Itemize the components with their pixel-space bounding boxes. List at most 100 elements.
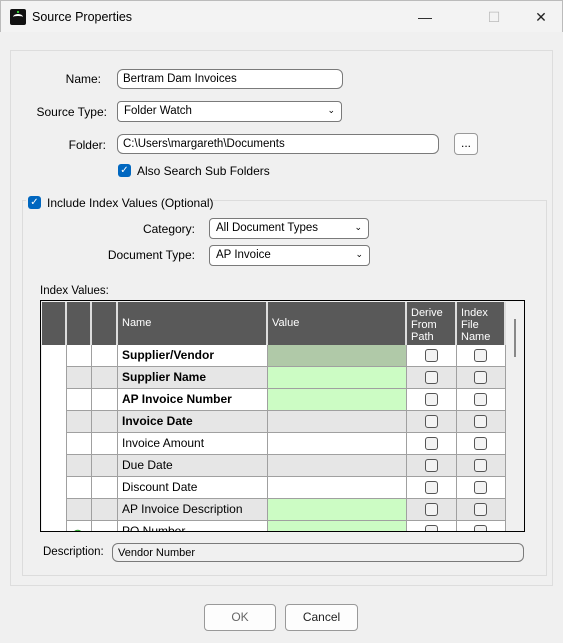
derive-cell[interactable]: [407, 433, 457, 455]
name-cell[interactable]: Invoice Date: [118, 411, 268, 433]
derive-column-header[interactable]: Derive From Path: [407, 302, 457, 345]
derive-checkbox[interactable]: [425, 459, 438, 472]
icon-cell[interactable]: [67, 455, 92, 477]
value-cell[interactable]: [268, 411, 407, 433]
value-cell[interactable]: [268, 433, 407, 455]
table-row[interactable]: AP Invoice Number: [67, 389, 524, 411]
table-row[interactable]: Due Date: [67, 455, 524, 477]
derive-checkbox[interactable]: [425, 481, 438, 494]
value-cell[interactable]: [268, 477, 407, 499]
icon-cell[interactable]: [67, 367, 92, 389]
category-select[interactable]: All Document Types ⌄: [209, 218, 369, 239]
blank-cell[interactable]: [92, 411, 118, 433]
table-row[interactable]: AP Invoice Description: [67, 499, 524, 521]
blank-cell[interactable]: [92, 455, 118, 477]
name-cell[interactable]: Supplier Name: [118, 367, 268, 389]
name-cell[interactable]: PO Number: [118, 521, 268, 531]
subfolders-checkbox[interactable]: ✓: [118, 164, 131, 177]
index-cell[interactable]: [457, 455, 506, 477]
index-file-checkbox[interactable]: [474, 349, 487, 362]
index-cell[interactable]: [457, 433, 506, 455]
index-cell[interactable]: [457, 411, 506, 433]
blank-cell[interactable]: [92, 477, 118, 499]
index-file-checkbox[interactable]: [474, 371, 487, 384]
index-cell[interactable]: [457, 367, 506, 389]
value-cell[interactable]: [268, 499, 407, 521]
name-input[interactable]: Bertram Dam Invoices: [117, 69, 343, 89]
derive-checkbox[interactable]: [425, 393, 438, 406]
blank-cell[interactable]: [92, 499, 118, 521]
name-cell[interactable]: Discount Date: [118, 477, 268, 499]
icon-cell[interactable]: [67, 499, 92, 521]
index-cell[interactable]: [457, 345, 506, 367]
blank-cell[interactable]: [92, 345, 118, 367]
name-cell[interactable]: AP Invoice Description: [118, 499, 268, 521]
value-column-header[interactable]: Value: [268, 302, 407, 345]
blank-cell[interactable]: [92, 521, 118, 531]
derive-cell[interactable]: [407, 367, 457, 389]
cancel-button[interactable]: Cancel: [285, 604, 358, 631]
icon-cell[interactable]: ⊕: [67, 521, 92, 531]
scrollbar-thumb[interactable]: [514, 319, 516, 357]
table-row[interactable]: Supplier/Vendor: [67, 345, 524, 367]
icon-cell[interactable]: [67, 345, 92, 367]
index-cell[interactable]: [457, 389, 506, 411]
name-cell[interactable]: AP Invoice Number: [118, 389, 268, 411]
source-type-select[interactable]: Folder Watch ⌄: [117, 101, 342, 122]
derive-cell[interactable]: [407, 477, 457, 499]
derive-checkbox[interactable]: [425, 415, 438, 428]
derive-cell[interactable]: [407, 345, 457, 367]
value-cell[interactable]: [268, 521, 407, 531]
name-column-header[interactable]: Name: [118, 302, 268, 345]
index-cell[interactable]: [457, 477, 506, 499]
folder-input[interactable]: C:\Users\margareth\Documents: [117, 134, 439, 154]
blank-cell[interactable]: [92, 433, 118, 455]
index-file-checkbox[interactable]: [474, 415, 487, 428]
index-file-checkbox[interactable]: [474, 481, 487, 494]
doctype-select[interactable]: AP Invoice ⌄: [209, 245, 370, 266]
derive-checkbox[interactable]: [425, 503, 438, 516]
table-row[interactable]: Discount Date: [67, 477, 524, 499]
icon-cell[interactable]: [67, 433, 92, 455]
index-cell[interactable]: [457, 521, 506, 531]
blank-cell[interactable]: [92, 367, 118, 389]
derive-cell[interactable]: [407, 411, 457, 433]
index-column-header[interactable]: Index File Name: [457, 302, 506, 345]
table-row[interactable]: Supplier Name: [67, 367, 524, 389]
derive-checkbox[interactable]: [425, 525, 438, 531]
close-button[interactable]: ✕: [518, 1, 563, 33]
derive-cell[interactable]: [407, 521, 457, 531]
browse-button[interactable]: ...: [454, 133, 478, 155]
derive-cell[interactable]: [407, 499, 457, 521]
index-values-grid[interactable]: Name Value Derive From Path Index File N…: [40, 300, 525, 532]
icon-cell[interactable]: [67, 477, 92, 499]
value-cell[interactable]: [268, 367, 407, 389]
include-index-checkbox[interactable]: ✓: [28, 196, 41, 209]
maximize-button[interactable]: ☐: [471, 1, 517, 33]
value-cell[interactable]: [268, 389, 407, 411]
name-cell[interactable]: Invoice Amount: [118, 433, 268, 455]
icon-cell[interactable]: [67, 411, 92, 433]
blank-cell[interactable]: [92, 389, 118, 411]
value-cell[interactable]: [268, 455, 407, 477]
index-file-checkbox[interactable]: [474, 393, 487, 406]
value-cell[interactable]: [268, 345, 407, 367]
table-row[interactable]: Invoice Date: [67, 411, 524, 433]
index-file-checkbox[interactable]: [474, 437, 487, 450]
add-icon[interactable]: ⊕: [71, 527, 84, 531]
index-file-checkbox[interactable]: [474, 503, 487, 516]
derive-checkbox[interactable]: [425, 371, 438, 384]
derive-cell[interactable]: [407, 455, 457, 477]
icon-cell[interactable]: [67, 389, 92, 411]
index-file-checkbox[interactable]: [474, 459, 487, 472]
ok-button[interactable]: OK: [204, 604, 276, 631]
derive-checkbox[interactable]: [425, 349, 438, 362]
minimize-button[interactable]: —: [402, 1, 448, 33]
name-cell[interactable]: Supplier/Vendor: [118, 345, 268, 367]
index-cell[interactable]: [457, 499, 506, 521]
name-cell[interactable]: Due Date: [118, 455, 268, 477]
index-file-checkbox[interactable]: [474, 525, 487, 531]
derive-checkbox[interactable]: [425, 437, 438, 450]
table-row[interactable]: ⊕ PO Number: [67, 521, 524, 531]
derive-cell[interactable]: [407, 389, 457, 411]
